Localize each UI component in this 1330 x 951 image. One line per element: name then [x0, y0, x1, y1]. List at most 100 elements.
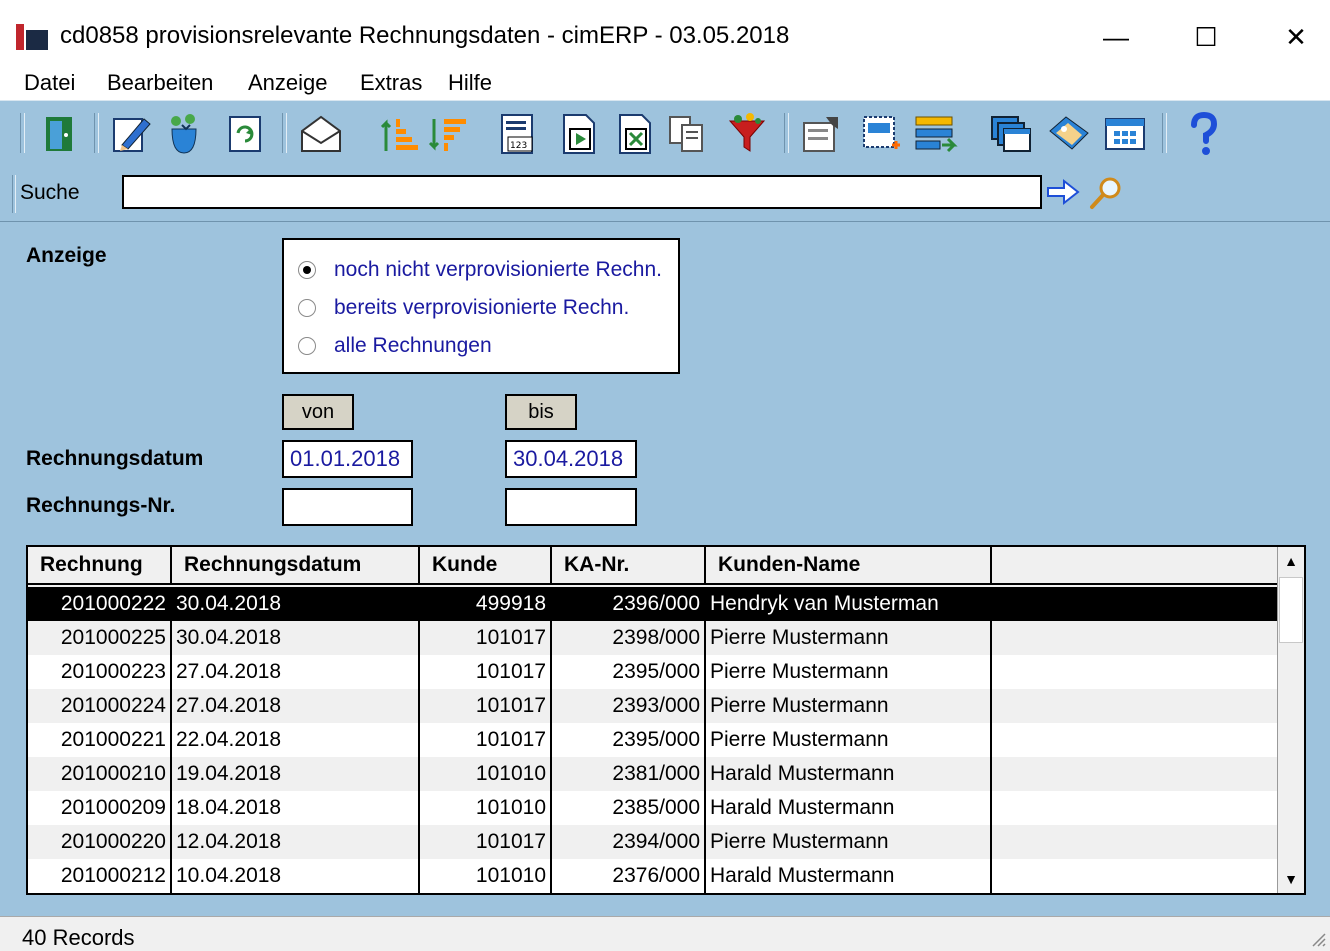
cell-rechnung[interactable]: 201000220: [28, 825, 172, 859]
menu-anzeige[interactable]: Anzeige: [248, 70, 328, 96]
cell-kunden-name[interactable]: Pierre Mustermann: [706, 655, 992, 689]
cell-ka-nr[interactable]: 2395/000: [552, 723, 706, 757]
table-row[interactable]: 201000224 27.04.2018 101017 2393/000 Pierre …: [28, 689, 1282, 723]
arrow-right-icon[interactable]: [1046, 177, 1080, 207]
cell-empty[interactable]: [992, 621, 1282, 655]
resize-grip-icon[interactable]: [1308, 929, 1326, 947]
cell-empty[interactable]: [992, 791, 1282, 825]
reload-document-icon[interactable]: [222, 111, 268, 157]
sort-ascending-icon[interactable]: [378, 111, 424, 157]
menu-bearbeiten[interactable]: Bearbeiten: [107, 70, 213, 96]
cell-ka-nr[interactable]: 2393/000: [552, 689, 706, 723]
refresh-recycle-icon[interactable]: [160, 111, 206, 157]
cell-rechnung[interactable]: 201000210: [28, 757, 172, 791]
magnifier-icon[interactable]: [1088, 175, 1124, 211]
cell-rechnungsdatum[interactable]: 10.04.2018: [172, 859, 420, 893]
search-input[interactable]: [122, 175, 1042, 209]
cell-kunden-name[interactable]: Pierre Mustermann: [706, 689, 992, 723]
radio-option-noch-nicht[interactable]: noch nicht verprovisionierte Rechn.: [298, 256, 662, 284]
cell-kunden-name[interactable]: Pierre Mustermann: [706, 825, 992, 859]
menu-datei[interactable]: Datei: [24, 70, 75, 96]
properties-icon[interactable]: [798, 111, 844, 157]
cell-rechnungsdatum[interactable]: 27.04.2018: [172, 689, 420, 723]
mail-envelope-icon[interactable]: [298, 111, 344, 157]
cell-kunde[interactable]: 101010: [420, 757, 552, 791]
cell-kunde[interactable]: 101017: [420, 723, 552, 757]
radio-button[interactable]: [298, 337, 316, 355]
export-pdf-icon[interactable]: [556, 111, 602, 157]
cell-kunde[interactable]: 101017: [420, 825, 552, 859]
windows-icon[interactable]: [988, 111, 1034, 157]
cell-empty[interactable]: [992, 859, 1282, 893]
date-to-field[interactable]: 30.04.2018: [505, 440, 637, 478]
sort-descending-icon[interactable]: [426, 111, 472, 157]
table-row[interactable]: 201000223 27.04.2018 101017 2395/000 Pierre …: [28, 655, 1282, 689]
cell-rechnungsdatum[interactable]: 27.04.2018: [172, 655, 420, 689]
cell-ka-nr[interactable]: 2394/000: [552, 825, 706, 859]
column-header-rechnung[interactable]: Rechnung: [28, 547, 172, 585]
invoice-nr-from-field[interactable]: [282, 488, 413, 526]
close-button[interactable]: ✕: [1256, 14, 1330, 60]
column-header-kunden-name[interactable]: Kunden-Name: [706, 547, 992, 585]
filter-funnel-icon[interactable]: [724, 111, 770, 157]
cell-kunde[interactable]: 499918: [420, 587, 552, 621]
column-header-kunde[interactable]: Kunde: [420, 547, 552, 585]
radio-button[interactable]: [298, 299, 316, 317]
tag-icon[interactable]: [1046, 111, 1092, 157]
von-button[interactable]: von: [282, 394, 354, 430]
cell-rechnung[interactable]: 201000223: [28, 655, 172, 689]
table-row[interactable]: 201000220 12.04.2018 101017 2394/000 Pierre …: [28, 825, 1282, 859]
table-row[interactable]: 201000225 30.04.2018 101017 2398/000 Pierre …: [28, 621, 1282, 655]
cell-kunden-name[interactable]: Harald Mustermann: [706, 859, 992, 893]
cell-ka-nr[interactable]: 2396/000: [552, 587, 706, 621]
cell-rechnungsdatum[interactable]: 30.04.2018: [172, 621, 420, 655]
scrollbar-thumb[interactable]: [1279, 577, 1303, 643]
radio-option-alle[interactable]: alle Rechnungen: [298, 332, 492, 360]
minimize-button[interactable]: —: [1076, 14, 1156, 60]
column-header-empty[interactable]: [992, 547, 1282, 585]
table-settings-icon[interactable]: [1102, 111, 1148, 157]
cell-rechnungsdatum[interactable]: 22.04.2018: [172, 723, 420, 757]
layout-icon[interactable]: [912, 111, 958, 157]
cell-kunde[interactable]: 101017: [420, 689, 552, 723]
cell-ka-nr[interactable]: 2398/000: [552, 621, 706, 655]
cell-empty[interactable]: [992, 723, 1282, 757]
menu-extras[interactable]: Extras: [360, 70, 422, 96]
cell-ka-nr[interactable]: 2385/000: [552, 791, 706, 825]
cell-rechnungsdatum[interactable]: 30.04.2018: [172, 587, 420, 621]
cell-kunde[interactable]: 101017: [420, 655, 552, 689]
column-header-rechnungsdatum[interactable]: Rechnungsdatum: [172, 547, 420, 585]
invoice-nr-to-field[interactable]: [505, 488, 637, 526]
cell-rechnung[interactable]: 201000224: [28, 689, 172, 723]
menu-hilfe[interactable]: Hilfe: [448, 70, 492, 96]
cell-rechnung[interactable]: 201000221: [28, 723, 172, 757]
copy-documents-icon[interactable]: [664, 111, 710, 157]
cell-rechnungsdatum[interactable]: 12.04.2018: [172, 825, 420, 859]
new-selection-icon[interactable]: [858, 111, 904, 157]
cell-kunde[interactable]: 101017: [420, 621, 552, 655]
date-from-field[interactable]: 01.01.2018: [282, 440, 413, 478]
scroll-up-icon[interactable]: ▲: [1278, 547, 1304, 575]
number-format-icon[interactable]: 123: [494, 111, 540, 157]
scroll-down-icon[interactable]: ▼: [1278, 865, 1304, 893]
radio-option-bereits[interactable]: bereits verprovisionierte Rechn.: [298, 294, 629, 322]
exit-door-icon[interactable]: [36, 111, 82, 157]
cell-kunden-name[interactable]: Pierre Mustermann: [706, 621, 992, 655]
cell-rechnung[interactable]: 201000222: [28, 587, 172, 621]
cell-rechnungsdatum[interactable]: 18.04.2018: [172, 791, 420, 825]
column-header-ka-nr[interactable]: KA-Nr.: [552, 547, 706, 585]
table-row[interactable]: 201000221 22.04.2018 101017 2395/000 Pierre …: [28, 723, 1282, 757]
table-row[interactable]: 201000212 10.04.2018 101010 2376/000 Harald …: [28, 859, 1282, 893]
cell-kunden-name[interactable]: Pierre Mustermann: [706, 723, 992, 757]
cell-empty[interactable]: [992, 689, 1282, 723]
cell-rechnungsdatum[interactable]: 19.04.2018: [172, 757, 420, 791]
help-icon[interactable]: [1180, 111, 1226, 157]
cell-rechnung[interactable]: 201000209: [28, 791, 172, 825]
cell-empty[interactable]: [992, 825, 1282, 859]
edit-pencil-icon[interactable]: [108, 111, 154, 157]
cell-empty[interactable]: [992, 655, 1282, 689]
cell-rechnung[interactable]: 201000225: [28, 621, 172, 655]
cell-ka-nr[interactable]: 2376/000: [552, 859, 706, 893]
cell-kunden-name[interactable]: Harald Mustermann: [706, 791, 992, 825]
cell-kunden-name[interactable]: Hendryk van Musterman: [706, 587, 992, 621]
